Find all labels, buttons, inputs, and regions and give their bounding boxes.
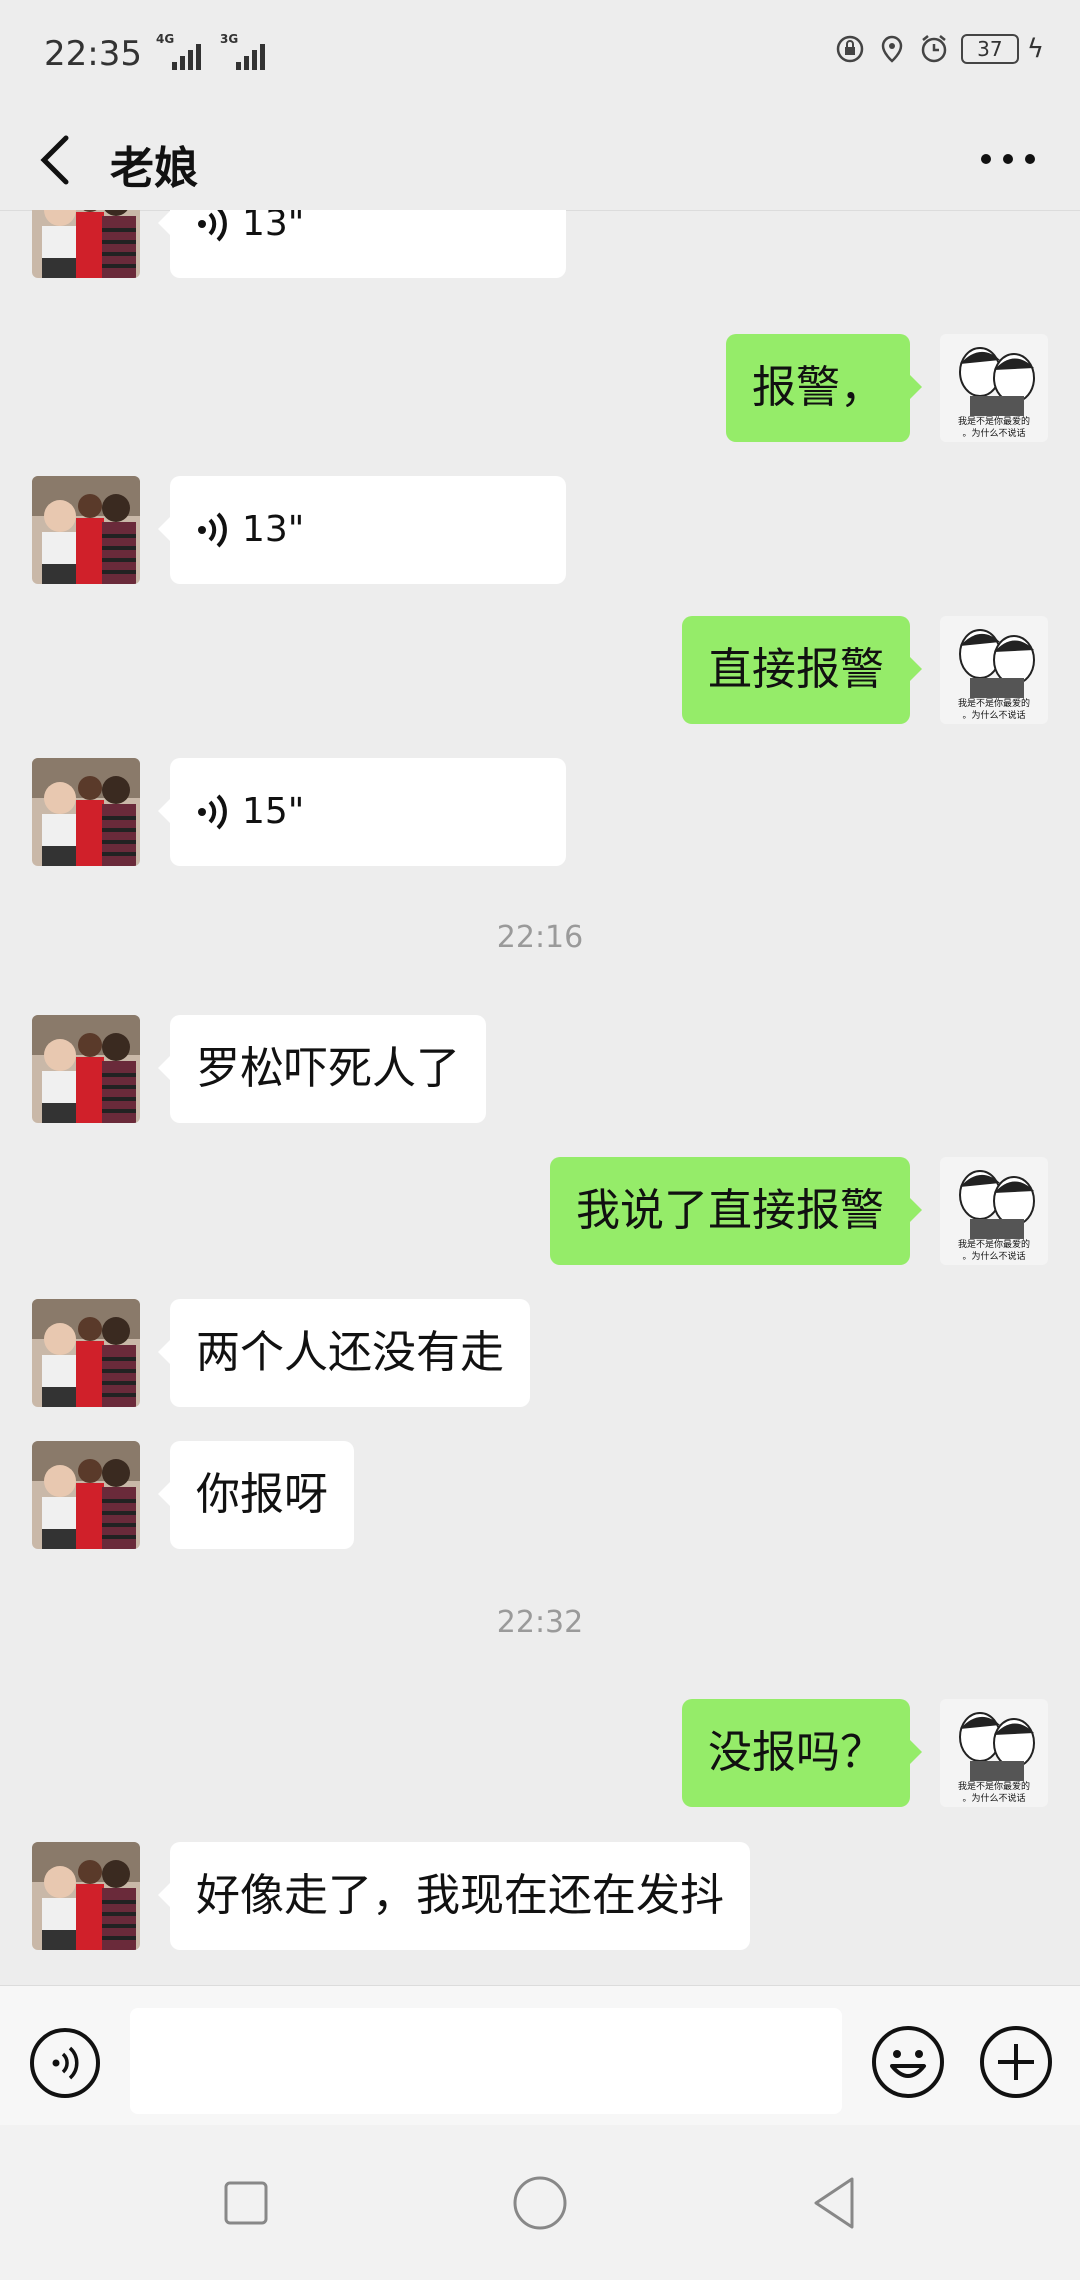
status-bar: 22:35 4G 3G 37 ϟ	[0, 0, 1080, 110]
voice-wave-icon	[198, 794, 227, 830]
signal-icon: 4G	[156, 32, 206, 70]
status-time: 22:35	[44, 34, 142, 74]
svg-text:。为什么不说话: 。为什么不说话	[962, 1250, 1025, 1262]
contact-avatar[interactable]	[32, 476, 140, 584]
lock-rotation-icon	[836, 35, 864, 63]
recent-apps-icon[interactable]	[216, 2173, 276, 2233]
text-message[interactable]: 报警，	[726, 334, 922, 442]
status-icons: 37 ϟ	[835, 34, 1044, 64]
svg-text:我是不是你最爱的: 我是不是你最爱的	[958, 1780, 1030, 1792]
voice-wave-icon	[198, 210, 227, 242]
contact-avatar[interactable]	[32, 1441, 140, 1549]
user-avatar[interactable]: 我是不是你最爱的 。为什么不说话	[940, 616, 1048, 724]
charging-icon: ϟ	[1026, 34, 1044, 64]
location-icon	[881, 35, 903, 63]
back-arrow-icon[interactable]	[36, 132, 76, 188]
user-avatar[interactable]: 我是不是你最爱的 。为什么不说话	[940, 1157, 1048, 1265]
message-timestamp: 22:16	[496, 920, 584, 955]
text-message[interactable]: 没报吗？	[682, 1699, 922, 1807]
contact-avatar[interactable]	[32, 1842, 140, 1950]
svg-text:。为什么不说话: 。为什么不说话	[962, 427, 1025, 439]
svg-text:我是不是你最爱的: 我是不是你最爱的	[958, 697, 1030, 709]
user-avatar[interactable]: 我是不是你最爱的 。为什么不说话	[940, 1699, 1048, 1807]
voice-duration: 13"	[242, 509, 305, 550]
plus-icon[interactable]	[978, 2024, 1054, 2100]
voice-duration: 15"	[242, 791, 305, 832]
voice-message[interactable]: 13"	[158, 210, 566, 278]
contact-avatar[interactable]	[32, 758, 140, 866]
message-timestamp: 22:32	[496, 1605, 584, 1640]
svg-text:我是不是你最爱的: 我是不是你最爱的	[958, 1238, 1030, 1250]
text-message[interactable]: 罗松吓死人了	[158, 1015, 486, 1123]
message-list[interactable]: 13" 报警， 我是不是你最爱的 。为什么不说话 13" 直接报警 我是不是你最爱…	[0, 210, 1080, 1985]
network-indicators: 4G 3G	[156, 32, 270, 70]
home-icon[interactable]	[510, 2173, 570, 2233]
voice-input-icon[interactable]	[28, 2026, 102, 2100]
input-bar	[0, 1985, 1080, 2126]
system-navigation-bar	[0, 2125, 1080, 2280]
voice-message[interactable]: 13"	[158, 476, 566, 584]
text-message[interactable]: 好像走了，我现在还在发抖	[158, 1842, 750, 1950]
voice-wave-icon	[198, 512, 227, 548]
text-message[interactable]: 你报呀	[158, 1441, 354, 1549]
svg-text:。为什么不说话: 。为什么不说话	[962, 709, 1025, 721]
voice-duration: 13"	[242, 210, 305, 244]
contact-avatar[interactable]	[32, 210, 140, 278]
message-input[interactable]	[130, 2008, 842, 2114]
text-message[interactable]: 我说了直接报警	[550, 1157, 922, 1265]
back-triangle-icon[interactable]	[804, 2173, 864, 2233]
svg-text:。为什么不说话: 。为什么不说话	[962, 1792, 1025, 1804]
signal-icon: 3G	[220, 32, 270, 70]
contact-avatar[interactable]	[32, 1015, 140, 1123]
text-message[interactable]: 直接报警	[682, 616, 922, 724]
contact-avatar[interactable]	[32, 1299, 140, 1407]
more-options-icon[interactable]	[976, 134, 1040, 184]
emoji-icon[interactable]	[870, 2024, 946, 2100]
chat-header: 老娘	[0, 110, 1080, 211]
chat-title: 老娘	[110, 143, 198, 194]
alarm-icon	[921, 35, 947, 63]
voice-message[interactable]: 15"	[158, 758, 566, 866]
battery-icon: 37	[960, 34, 1019, 64]
text-message[interactable]: 两个人还没有走	[158, 1299, 530, 1407]
svg-text:我是不是你最爱的: 我是不是你最爱的	[958, 415, 1030, 427]
user-avatar[interactable]: 我是不是你最爱的 。为什么不说话	[940, 334, 1048, 442]
